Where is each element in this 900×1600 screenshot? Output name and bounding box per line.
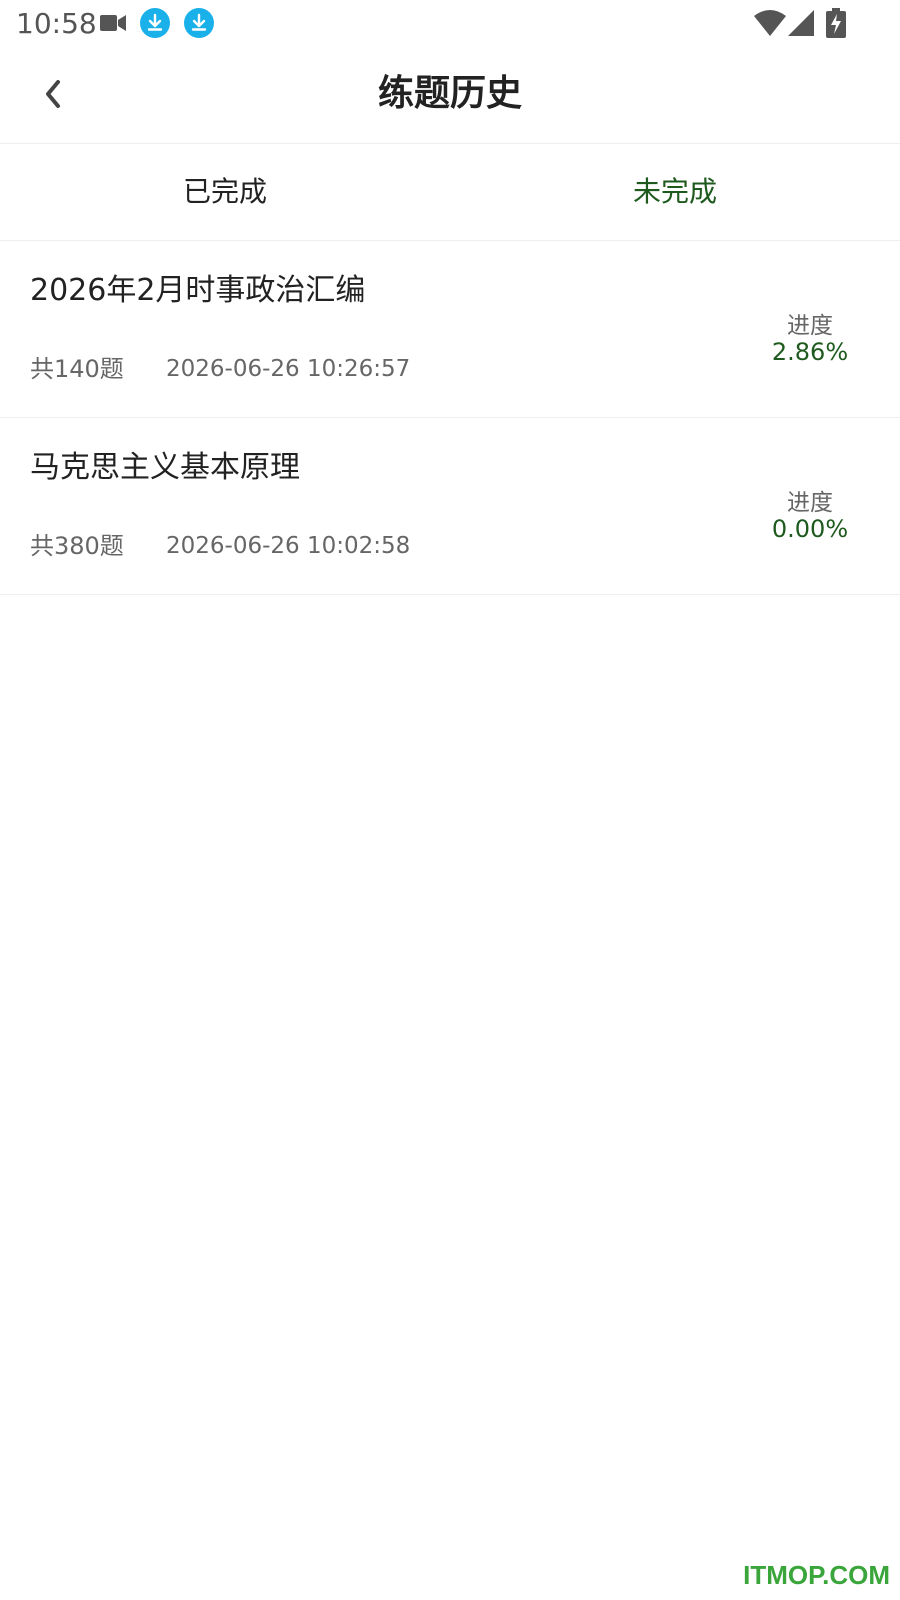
download-icon [140,8,170,38]
progress-label: 进度 [787,490,833,516]
history-item[interactable]: 马克思主义基本原理 共380题 2026-06-26 10:02:58 进度 0… [0,418,900,595]
item-title: 马克思主义基本原理 [30,450,300,485]
wifi-icon [754,10,786,36]
page-title: 练题历史 [377,73,522,114]
signal-icon [788,10,814,36]
history-list: 2026年2月时事政治汇编 共140题 2026-06-26 10:26:57 … [0,241,900,595]
tab-bar: 已完成 未完成 [0,144,900,241]
download-icon [184,8,214,38]
history-item[interactable]: 2026年2月时事政治汇编 共140题 2026-06-26 10:26:57 … [0,241,900,418]
video-camera-icon [100,15,126,31]
question-count: 共380题 [30,532,124,560]
progress-label: 进度 [787,313,833,339]
tab-incomplete[interactable]: 未完成 [450,144,900,240]
timestamp: 2026-06-26 10:26:57 [166,356,411,382]
timestamp: 2026-06-26 10:02:58 [166,533,411,559]
app-header: 练题历史 [0,48,900,144]
screen: 10:58 练题历史 已完成 未完成 2026年2月时事政治汇编 共140题 2… [0,0,900,1600]
status-bar: 10:58 [0,0,900,48]
question-count: 共140题 [30,355,124,383]
tab-completed[interactable]: 已完成 [0,144,450,240]
battery-charging-icon [826,8,846,38]
watermark: ITMOP.COM [743,1560,890,1590]
progress-value: 2.86% [771,338,849,366]
item-title: 2026年2月时事政治汇编 [30,273,366,308]
status-time: 10:58 [16,7,97,40]
progress-value: 0.00% [771,515,849,543]
